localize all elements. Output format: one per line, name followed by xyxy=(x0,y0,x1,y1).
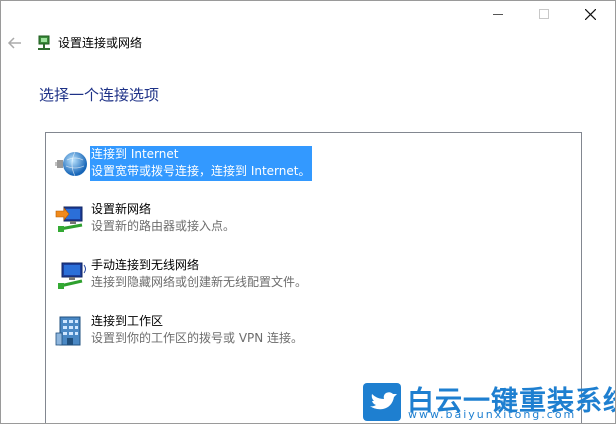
new-network-icon xyxy=(54,203,88,235)
option-manual-wireless[interactable]: 手动连接到无线网络 连接到隐藏网络或创建新无线配置文件。 xyxy=(52,257,352,291)
instruction-heading: 选择一个连接选项 xyxy=(39,86,160,104)
option-title: 连接到工作区 xyxy=(91,314,164,328)
globe-network-icon xyxy=(54,148,88,180)
setup-connection-window: 设置连接或网络 选择一个连接选项 连接到 Internet 设置宽带或拨号连接，… xyxy=(0,0,616,424)
window-title: 设置连接或网络 xyxy=(58,36,143,50)
option-description: 设置宽带或拨号连接，连接到 Internet。 xyxy=(91,164,311,178)
back-button[interactable] xyxy=(7,35,23,51)
option-description: 设置到你的工作区的拨号或 VPN 连接。 xyxy=(91,331,304,345)
back-arrow-icon xyxy=(7,37,21,49)
option-description: 设置新的路由器或接入点。 xyxy=(91,219,236,233)
network-setup-icon xyxy=(36,35,52,51)
maximize-button[interactable] xyxy=(521,1,567,27)
option-title: 连接到 Internet xyxy=(91,147,179,161)
option-connect-internet[interactable]: 连接到 Internet 设置宽带或拨号连接，连接到 Internet。 xyxy=(52,146,352,181)
option-title: 设置新网络 xyxy=(91,202,152,216)
close-button[interactable] xyxy=(567,1,613,27)
option-title: 手动连接到无线网络 xyxy=(91,258,200,272)
option-connect-workplace[interactable]: 连接到工作区 设置到你的工作区的拨号或 VPN 连接。 xyxy=(52,313,352,347)
workplace-icon xyxy=(54,315,88,347)
bird-logo-icon xyxy=(363,383,401,421)
watermark: 白云一键重装系统 www.baiyunxitong.com xyxy=(363,381,615,423)
option-setup-new-network[interactable]: 设置新网络 设置新的路由器或接入点。 xyxy=(52,201,352,235)
minimize-icon xyxy=(493,14,503,15)
wireless-network-icon xyxy=(54,259,88,291)
maximize-icon xyxy=(539,9,549,19)
watermark-url: www.baiyunxitong.com xyxy=(408,408,577,421)
option-description: 连接到隐藏网络或创建新无线配置文件。 xyxy=(91,275,308,289)
close-icon xyxy=(584,8,596,20)
minimize-button[interactable] xyxy=(475,1,521,27)
